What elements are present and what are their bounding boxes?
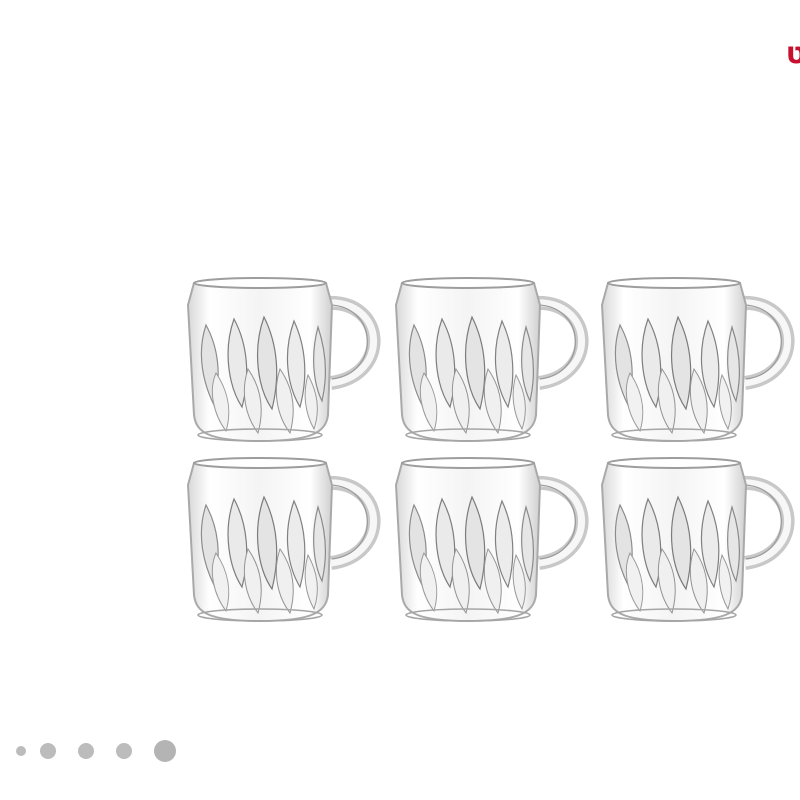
carousel-dot-4[interactable] — [116, 743, 132, 759]
carousel-dot-2[interactable] — [40, 743, 56, 759]
product-page: ט — [0, 0, 800, 800]
carousel-dot-3[interactable] — [78, 743, 94, 759]
brand-logo[interactable]: ט — [786, 34, 800, 74]
carousel-dot-1[interactable] — [16, 746, 26, 756]
glass-mug-set-icon — [180, 265, 800, 640]
carousel-pagination — [10, 736, 176, 766]
product-image[interactable] — [180, 265, 800, 640]
carousel-dot-5-active[interactable] — [154, 740, 176, 762]
